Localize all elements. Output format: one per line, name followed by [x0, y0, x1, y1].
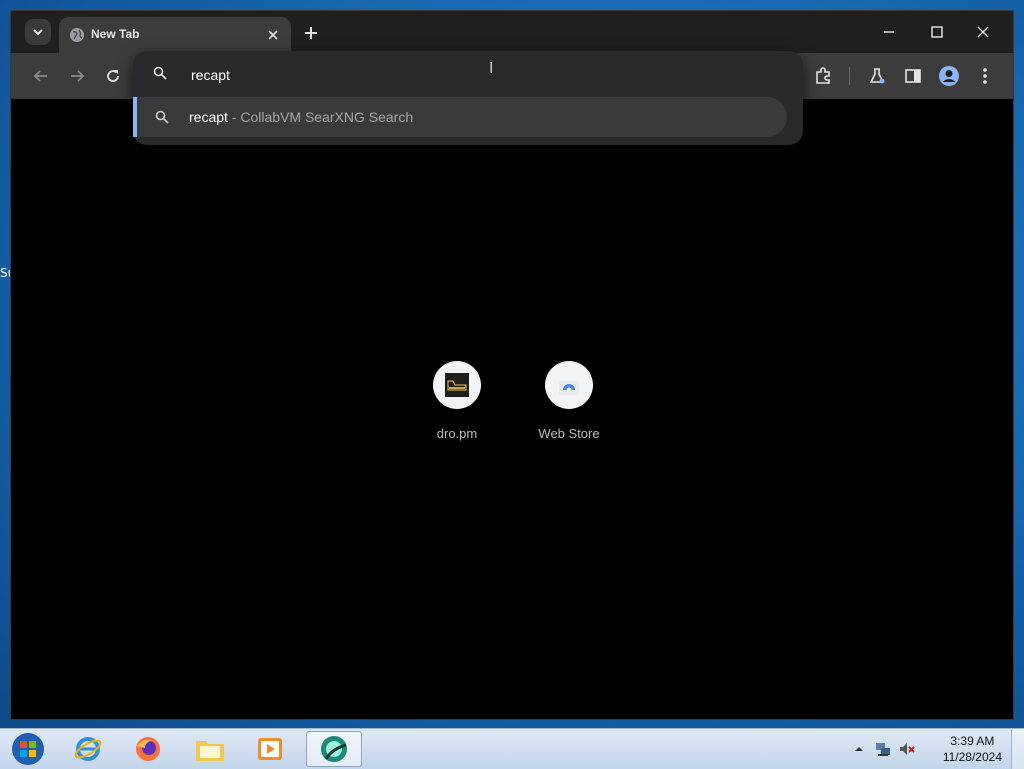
shortcut-tile-icon [545, 361, 593, 409]
taskbar-browser-active[interactable] [306, 731, 362, 767]
ibeam-cursor-icon: I [489, 60, 494, 77]
close-window-button[interactable] [963, 17, 1003, 47]
browser-titlebar: New Tab [11, 11, 1013, 53]
omnibox-dropdown: recapt - CollabVM SearXNG Search [133, 51, 803, 145]
taskbar: 3:39 AM 11/28/2024 [0, 728, 1024, 769]
taskbar-file-explorer[interactable] [182, 731, 238, 767]
close-icon [268, 30, 278, 40]
globe-icon [70, 28, 84, 42]
network-icon [876, 743, 890, 756]
back-button[interactable] [27, 62, 55, 90]
suggestion-query: recapt [189, 109, 228, 125]
forward-button[interactable] [63, 62, 91, 90]
tab-title: New Tab [91, 27, 140, 41]
selection-indicator [133, 97, 137, 137]
labs-button[interactable] [863, 62, 891, 90]
chevron-up-icon [855, 747, 863, 751]
shortcut-tile-icon [433, 361, 481, 409]
tab-search-button[interactable] [25, 19, 51, 45]
reload-button[interactable] [99, 62, 127, 90]
shortcut-label: dro.pm [436, 426, 478, 441]
show-desktop-button[interactable] [1011, 729, 1024, 769]
arrow-left-icon [33, 70, 47, 82]
new-tab-button[interactable] [299, 21, 323, 45]
reload-icon [107, 70, 119, 82]
taskbar-firefox[interactable] [120, 731, 176, 767]
more-vertical-icon [983, 68, 987, 84]
taskbar-media-player[interactable] [242, 731, 298, 767]
plus-icon [305, 27, 317, 39]
tab-new-tab[interactable]: New Tab [59, 17, 291, 53]
volume-muted-icon [900, 743, 915, 755]
media-player-icon [258, 738, 282, 760]
tab-close-button[interactable] [263, 25, 283, 45]
volume-tray-icon[interactable] [898, 740, 916, 763]
suggestion-text: recapt - CollabVM SearXNG Search [189, 109, 413, 125]
show-hidden-icons-button[interactable] [854, 741, 864, 759]
toolbar-divider [849, 67, 850, 85]
omnibox-suggestion[interactable]: recapt - CollabVM SearXNG Search [133, 97, 787, 137]
clock-date: 11/28/2024 [942, 750, 1002, 764]
menu-button[interactable] [971, 62, 999, 90]
side-panel-icon [905, 69, 921, 83]
minimize-button[interactable] [869, 17, 909, 47]
search-icon [153, 66, 167, 80]
minimize-icon [884, 31, 894, 33]
firefox-icon [136, 737, 160, 761]
browser-app-icon [321, 736, 347, 762]
flask-icon [869, 68, 885, 84]
web-store-icon [559, 381, 579, 395]
search-icon [155, 110, 169, 124]
side-panel-button[interactable] [899, 62, 927, 90]
avatar-icon [939, 66, 959, 86]
clock[interactable]: 3:39 AM 11/28/2024 [943, 733, 1002, 765]
close-icon [977, 26, 989, 38]
clock-time: 3:39 AM [950, 734, 995, 748]
shortcut-web-store[interactable]: Web Store [529, 361, 609, 441]
folder-icon [196, 741, 224, 761]
maximize-button[interactable] [917, 17, 957, 47]
profile-button[interactable] [935, 62, 963, 90]
windows-start-icon [12, 733, 44, 765]
suggestion-provider: CollabVM SearXNG Search [240, 109, 414, 125]
internet-explorer-icon [74, 737, 102, 761]
arrow-right-icon [71, 70, 85, 82]
puzzle-icon [816, 67, 830, 84]
network-tray-icon[interactable] [874, 740, 892, 763]
taskbar-internet-explorer[interactable] [60, 731, 116, 767]
suggestion-separator: - [227, 109, 241, 125]
shortcut-dro-pm[interactable]: dro.pm [417, 361, 497, 441]
browser-window: New Tab recapt recapt - CollabVM SearXNG… [10, 10, 1014, 720]
address-bar-input[interactable] [189, 64, 753, 86]
system-tray: 3:39 AM 11/28/2024 [834, 729, 1024, 769]
chevron-down-icon [33, 29, 43, 36]
extensions-button[interactable] [809, 62, 837, 90]
shortcut-label: Web Store [538, 426, 600, 441]
site-favicon-icon [445, 373, 469, 397]
start-button[interactable] [0, 731, 56, 767]
maximize-icon [931, 26, 943, 38]
omnibox-input-row [133, 51, 803, 97]
